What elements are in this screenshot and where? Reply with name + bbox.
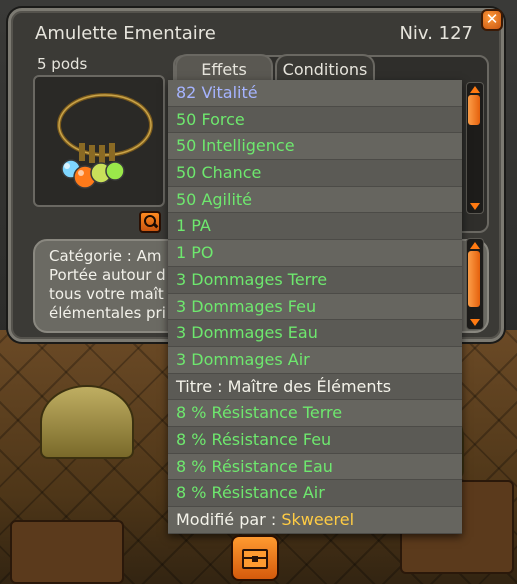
effect-row: 3 Dommages Eau — [168, 320, 462, 347]
scene-drum — [40, 385, 134, 459]
close-icon: ✕ — [485, 10, 499, 28]
modified-by-label: Modifié par : — [176, 510, 282, 529]
effect-row: 1 PO — [168, 240, 462, 267]
scroll-thumb[interactable] — [468, 95, 480, 125]
scroll-down-icon[interactable] — [470, 203, 480, 210]
item-level: Niv. 127 — [399, 23, 473, 44]
scroll-thumb[interactable] — [468, 251, 480, 307]
modifier-name: Skweerel — [281, 510, 355, 529]
effects-scrollbar[interactable] — [466, 82, 484, 214]
inventory-button[interactable] — [231, 535, 279, 581]
scroll-down-icon[interactable] — [470, 319, 480, 326]
effect-row: 50 Agilité — [168, 186, 462, 214]
effect-row: 3 Dommages Feu — [168, 293, 462, 321]
item-image-frame — [33, 75, 165, 207]
zoom-button[interactable] — [139, 211, 161, 233]
effect-row: 8 % Résistance Terre — [168, 400, 462, 427]
close-button[interactable]: ✕ — [481, 9, 503, 31]
effect-row-title: Titre : Maître des Éléments — [168, 373, 462, 401]
chest-icon — [242, 549, 268, 569]
scene-stool — [10, 520, 124, 584]
effect-row: 50 Force — [168, 106, 462, 134]
effect-row: 8 % Résistance Air — [168, 480, 462, 507]
item-name: Amulette Ementaire — [35, 23, 216, 44]
effect-row: 8 % Résistance Feu — [168, 426, 462, 454]
effect-row: 50 Chance — [168, 160, 462, 187]
scroll-up-icon[interactable] — [470, 242, 480, 249]
effect-row: 3 Dommages Terre — [168, 266, 462, 294]
amulet-icon — [57, 93, 153, 189]
effect-row: 3 Dommages Air — [168, 346, 462, 374]
scroll-up-icon[interactable] — [470, 86, 480, 93]
effect-row: 50 Intelligence — [168, 133, 462, 161]
effect-row: 82 Vitalité — [168, 80, 462, 107]
modified-by-row: Modifié par : Skweerel — [168, 507, 462, 534]
effects-list: 82 Vitalité 50 Force 50 Intelligence 50 … — [168, 80, 462, 534]
item-weight: 5 pods — [37, 55, 88, 73]
description-scrollbar[interactable] — [466, 238, 484, 330]
effect-row: 1 PA — [168, 213, 462, 241]
effect-row: 8 % Résistance Eau — [168, 453, 462, 481]
